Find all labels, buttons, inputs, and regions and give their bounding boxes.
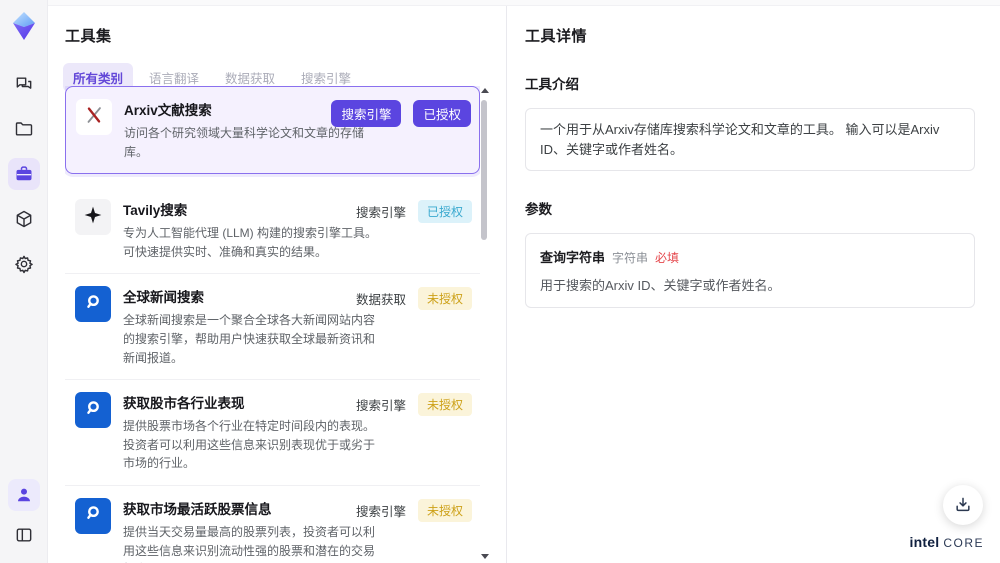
tool-icon: [75, 392, 111, 429]
sidebar-item-toolbox[interactable]: [7, 158, 40, 190]
tool-description: 全球新闻搜索是一个聚合全球各大新闻网站内容的搜索引擎，帮助用户快速获取全球最新资…: [123, 313, 376, 365]
scroll-up-arrow-icon[interactable]: [481, 88, 489, 93]
app-logo-icon: [8, 8, 40, 44]
chat-icon[interactable]: [8, 68, 40, 100]
tool-body: 获取股市各行业表现 提供股票市场各个行业在特定时间段内的表现。投资者可以利用这些…: [123, 392, 385, 473]
stock-data-icon: [82, 397, 104, 424]
tool-status-badge: 未授权: [417, 287, 472, 311]
tool-description: 专为人工智能代理 (LLM) 构建的搜索引擎工具。可快速提供实时、准确和真实的结…: [123, 226, 378, 259]
scroll-down-arrow-icon[interactable]: [481, 554, 489, 559]
tool-description: 访问各个研究领域大量科学论文和文章的存储库。: [124, 126, 365, 159]
tool-category-tag: 搜索引擎: [355, 206, 406, 221]
folder-icon[interactable]: [8, 113, 40, 145]
tool-list-item[interactable]: Tavily搜索 专为人工智能代理 (LLM) 构建的搜索引擎工具。可快速提供实…: [65, 187, 480, 275]
app-sidebar: [0, 0, 48, 563]
arxiv-logo-icon: [83, 104, 105, 131]
tavily-star-icon: [83, 205, 103, 230]
tool-list: Arxiv文献搜索 访问各个研究领域大量科学论文和文章的存储库。 搜索引擎 已授…: [65, 86, 480, 563]
tool-status-badge: 已授权: [417, 200, 472, 224]
user-avatar-icon[interactable]: [7, 479, 40, 511]
panel-toggle-icon[interactable]: [8, 519, 40, 551]
tool-category-tag: 搜索引擎: [331, 100, 402, 127]
tool-tags: 数据获取 未授权: [355, 287, 472, 311]
page-title: 工具集: [65, 28, 112, 45]
tool-list-panel: 工具集 所有类别 语言翻译 数据获取 搜索引擎 Arxiv文献搜索 访问各个研究领域大…: [48, 6, 506, 563]
tool-name: 获取市场最活跃股票信息: [123, 501, 272, 517]
tool-body: 全球新闻搜索 全球新闻搜索是一个聚合全球各大新闻网站内容的搜索引擎，帮助用户快速…: [123, 286, 385, 367]
tool-name: 获取股市各行业表现: [123, 396, 245, 412]
tool-category-tag: 数据获取: [355, 293, 406, 308]
tool-icon: [75, 199, 111, 236]
tool-list-item[interactable]: Arxiv文献搜索 访问各个研究领域大量科学论文和文章的存储库。 搜索引擎 已授…: [65, 86, 480, 175]
sidebar-bottom: [7, 479, 40, 551]
tool-tags: 搜索引擎 未授权: [355, 498, 472, 522]
tool-tags: 搜索引擎 未授权: [355, 393, 472, 417]
download-button[interactable]: [943, 485, 983, 525]
scrollbar-thumb[interactable]: [481, 100, 487, 240]
tool-body: Tavily搜索 专为人工智能代理 (LLM) 构建的搜索引擎工具。可快速提供实…: [123, 199, 385, 261]
tool-category-tag: 搜索引擎: [355, 504, 406, 519]
parameter-card: 查询字符串 字符串 必填 用于搜索的Arxiv ID、关键字或作者姓名。: [525, 233, 975, 308]
tool-tags: 搜索引擎 已授权: [355, 200, 472, 224]
parameter-type: 字符串: [612, 251, 649, 265]
tool-status-badge: 已授权: [413, 100, 471, 127]
tool-description: 提供股票市场各个行业在特定时间段内的表现。投资者可以利用这些信息来识别表现优于或…: [123, 419, 376, 471]
tool-status-badge: 未授权: [417, 498, 472, 522]
tool-list-item[interactable]: 全球新闻搜索 全球新闻搜索是一个聚合全球各大新闻网站内容的搜索引擎，帮助用户快速…: [65, 274, 480, 381]
tool-name: 全球新闻搜索: [123, 290, 204, 306]
detail-panel-title: 工具详情: [525, 28, 588, 45]
tool-category-tag: 搜索引擎: [355, 399, 406, 414]
news-search-icon: [82, 291, 104, 318]
parameter-description: 用于搜索的Arxiv ID、关键字或作者姓名。: [540, 278, 781, 293]
settings-gear-icon[interactable]: [8, 248, 40, 280]
tool-intro-text: 一个用于从Arxiv存储库搜索科学论文和文章的工具。 输入可以是Arxiv ID…: [525, 108, 975, 171]
cube-icon[interactable]: [8, 203, 40, 235]
params-heading: 参数: [525, 202, 552, 217]
download-icon: [956, 497, 970, 512]
intro-heading: 工具介绍: [525, 77, 579, 92]
parameter-header: 查询字符串 字符串 必填: [540, 247, 960, 266]
tool-list-item[interactable]: 获取股市各行业表现 提供股票市场各个行业在特定时间段内的表现。投资者可以利用这些…: [65, 380, 480, 486]
parameter-required-badge: 必填: [655, 251, 680, 265]
tool-name: Tavily搜索: [123, 203, 188, 219]
brand-intel-text: intel: [909, 534, 940, 550]
tool-body: 获取市场最活跃股票信息 提供当天交易量最高的股票列表，投资者可以利用这些信息来识…: [123, 498, 385, 563]
brand-core-text: core: [943, 536, 984, 550]
tool-detail-panel: 工具详情 工具介绍 一个用于从Arxiv存储库搜索科学论文和文章的工具。 输入可…: [506, 6, 1000, 563]
tool-icon: [76, 99, 112, 135]
tool-description: 提供当天交易量最高的股票列表，投资者可以利用这些信息来识别流动性强的股票和潜在的…: [123, 524, 376, 563]
tool-icon: [75, 497, 111, 534]
tool-tags: 搜索引擎 已授权: [331, 100, 471, 127]
sidebar-nav: [7, 68, 40, 280]
parameter-name: 查询字符串: [540, 250, 606, 265]
tool-list-item[interactable]: 获取市场最活跃股票信息 提供当天交易量最高的股票列表，投资者可以利用这些信息来识…: [65, 485, 480, 563]
tool-status-badge: 未授权: [417, 393, 472, 417]
stock-data-icon: [82, 502, 104, 529]
intel-core-logo: intel core: [910, 534, 984, 550]
list-scrollbar[interactable]: [479, 86, 489, 561]
tool-icon: [75, 286, 111, 323]
